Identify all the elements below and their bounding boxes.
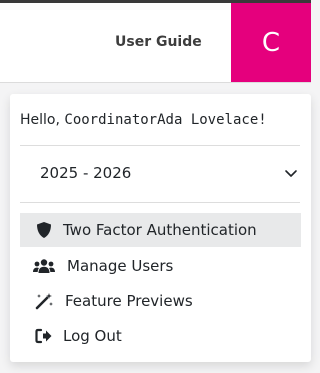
divider xyxy=(20,202,300,203)
magic-wand-icon xyxy=(35,293,53,310)
user-guide-link[interactable]: User Guide xyxy=(115,34,202,50)
menu-item-label: Manage Users xyxy=(67,257,174,275)
greeting-prefix: Hello, xyxy=(20,112,65,128)
user-menu-dropdown: Hello, CoordinatorAda Lovelace! 2025 - 2… xyxy=(10,94,311,362)
school-year-value: 2025 - 2026 xyxy=(40,164,132,182)
avatar-initial: C xyxy=(261,27,281,58)
menu-item-label: Two Factor Authentication xyxy=(63,221,257,239)
shield-icon xyxy=(37,222,51,238)
users-icon xyxy=(33,259,55,273)
menu-item-label: Feature Previews xyxy=(65,292,193,310)
menu-item-manage-users[interactable]: Manage Users xyxy=(20,249,301,283)
menu-item-log-out[interactable]: Log Out xyxy=(20,319,301,353)
top-header: User Guide C xyxy=(0,3,311,83)
divider xyxy=(20,145,300,146)
school-year-select[interactable]: 2025 - 2026 xyxy=(20,154,300,194)
menu-item-feature-previews[interactable]: Feature Previews xyxy=(20,284,301,318)
sign-out-icon xyxy=(35,328,52,344)
menu-item-label: Log Out xyxy=(63,327,122,345)
greeting-text: Hello, CoordinatorAda Lovelace! xyxy=(20,112,267,128)
menu-item-two-factor-authentication[interactable]: Two Factor Authentication xyxy=(20,213,301,247)
chevron-down-icon xyxy=(285,170,297,177)
user-avatar-button[interactable]: C xyxy=(231,3,311,82)
greeting-user-name: CoordinatorAda Lovelace! xyxy=(64,112,267,128)
